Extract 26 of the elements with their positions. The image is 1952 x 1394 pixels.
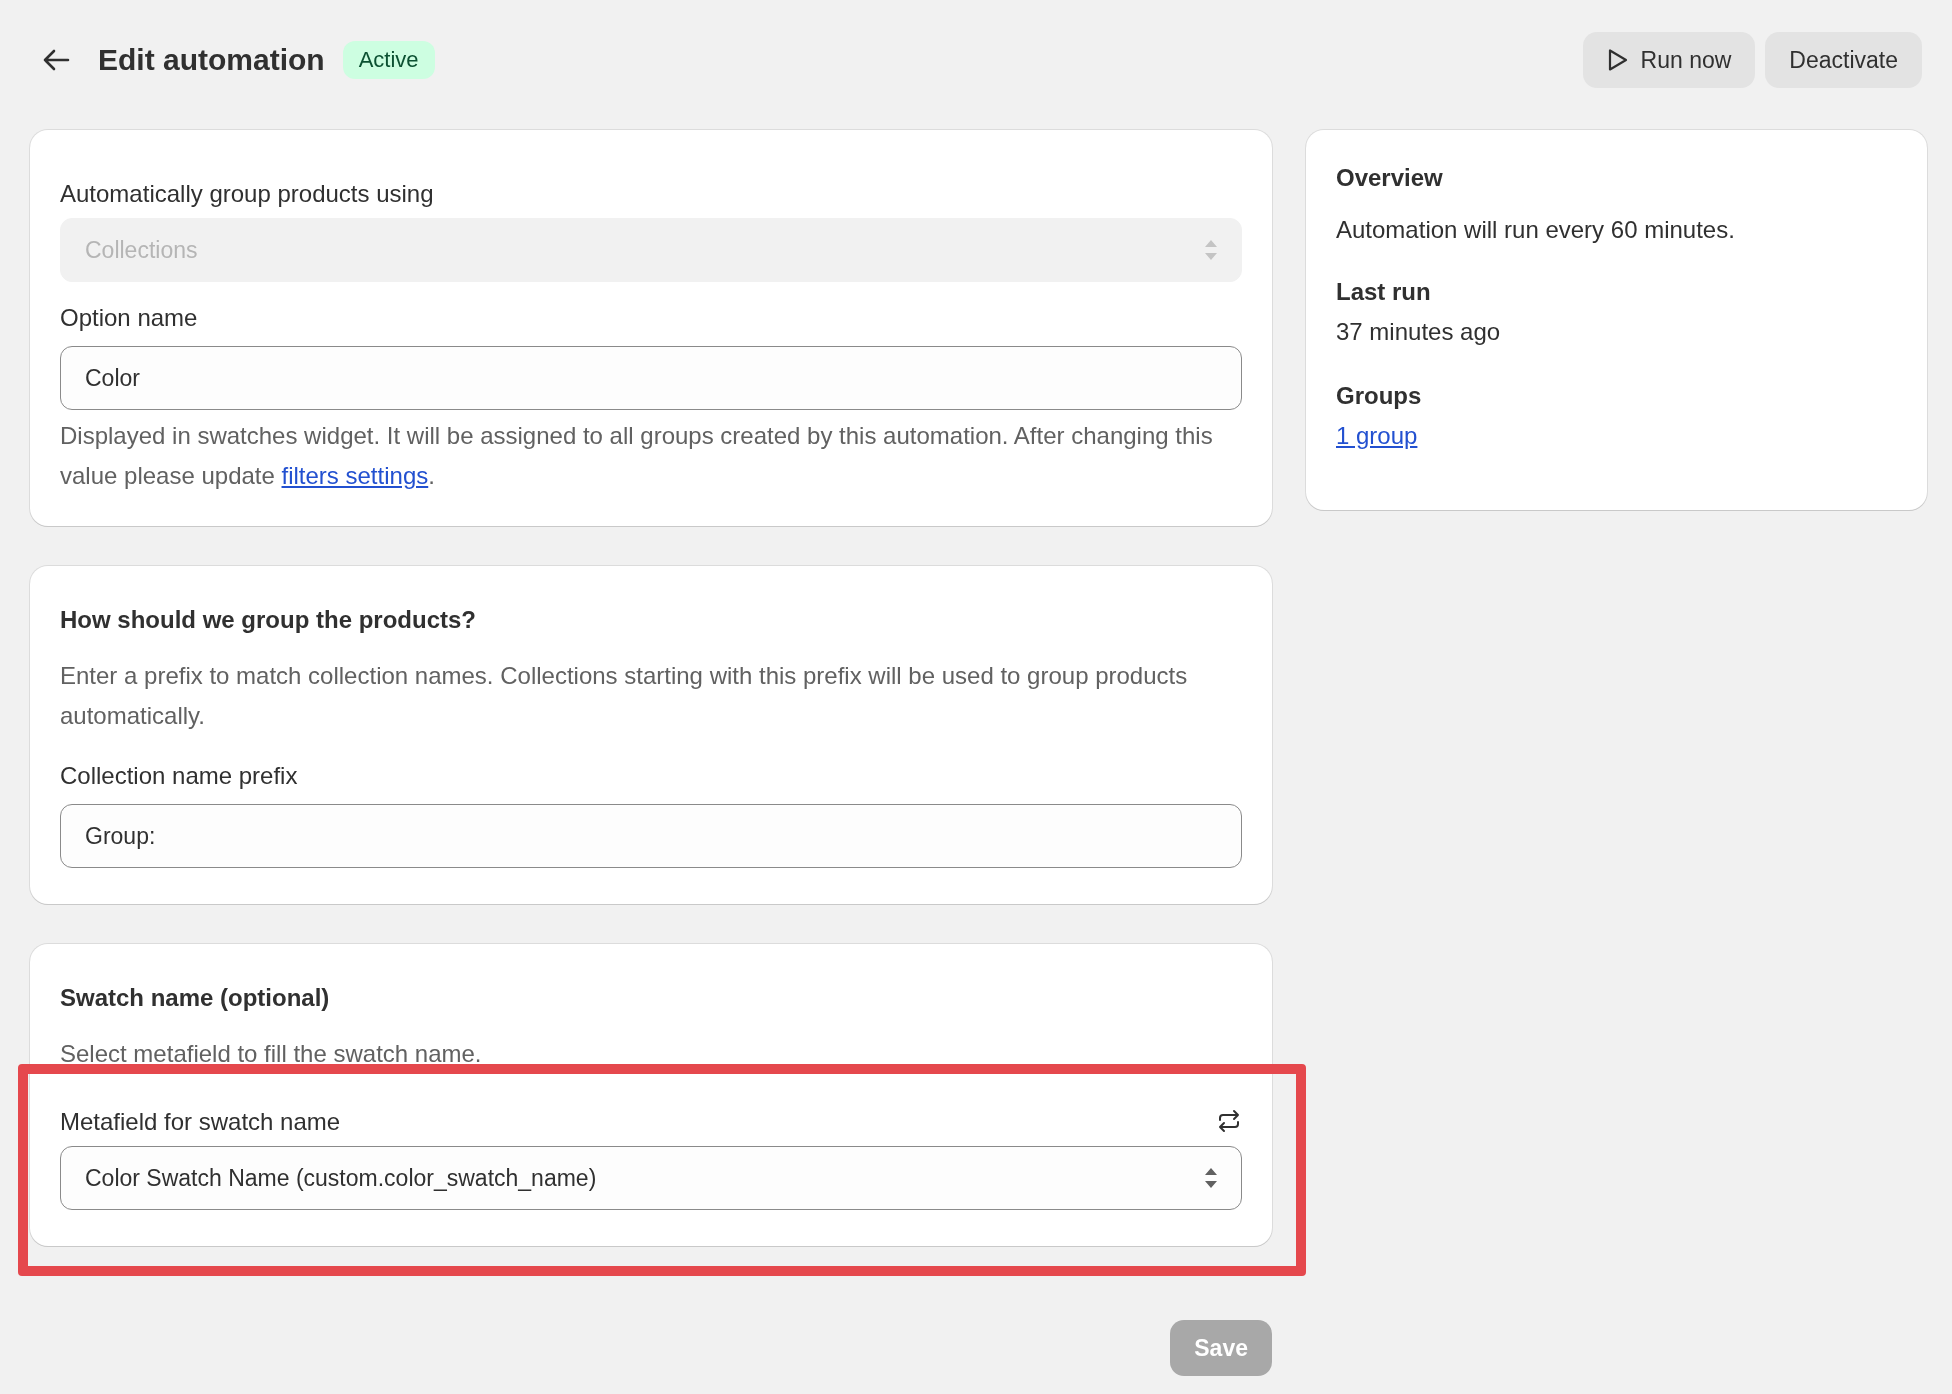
section-title: Groups: [1336, 381, 1423, 411]
groups-link[interactable]: 1 group: [1336, 422, 1418, 449]
section-description: Enter a prefix to match collection names. Collections starting with this prefix will be used to group products automatically.: [60, 661, 1189, 731]
status-badge: Active: [342, 41, 435, 79]
schedule-text: Automation will run every 60 minutes.: [1336, 215, 1736, 245]
run-now-button[interactable]: Run now: [1582, 32, 1756, 88]
section-description: Select metafield to fill the swatch name.: [60, 1039, 483, 1069]
help-text: Displayed in swatches widget. It will be assigned to all groups created by this automation. After changing this value please update filters settings.: [60, 421, 1214, 491]
overview-title: Overview: [1336, 163, 1444, 193]
select-field[interactable]: Color Swatch Name (custom.color_swatch_name): [60, 1146, 1242, 1210]
text-input[interactable]: Group:: [60, 804, 1242, 868]
field-label: Collection name prefix: [60, 761, 299, 791]
play-icon: [1606, 48, 1629, 72]
section-heading: Swatch name (optional): [60, 983, 331, 1013]
text-input[interactable]: Color: [60, 346, 1242, 410]
field-label: Automatically group products using: [60, 179, 434, 209]
section-title: Last run: [1336, 277, 1432, 307]
last-run-text: 37 minutes ago: [1336, 317, 1502, 347]
field-label: Option name: [60, 303, 199, 333]
field-label: Metafield for swatch name: [60, 1107, 341, 1137]
settings-link[interactable]: filters settings: [281, 462, 429, 489]
section-heading: How should we group the products?: [60, 605, 477, 635]
back-arrow-icon: [42, 48, 70, 72]
refresh-icon[interactable]: [1216, 1109, 1242, 1133]
action-button[interactable]: Deactivate: [1765, 32, 1922, 88]
page-title: Edit automation: [98, 43, 325, 77]
